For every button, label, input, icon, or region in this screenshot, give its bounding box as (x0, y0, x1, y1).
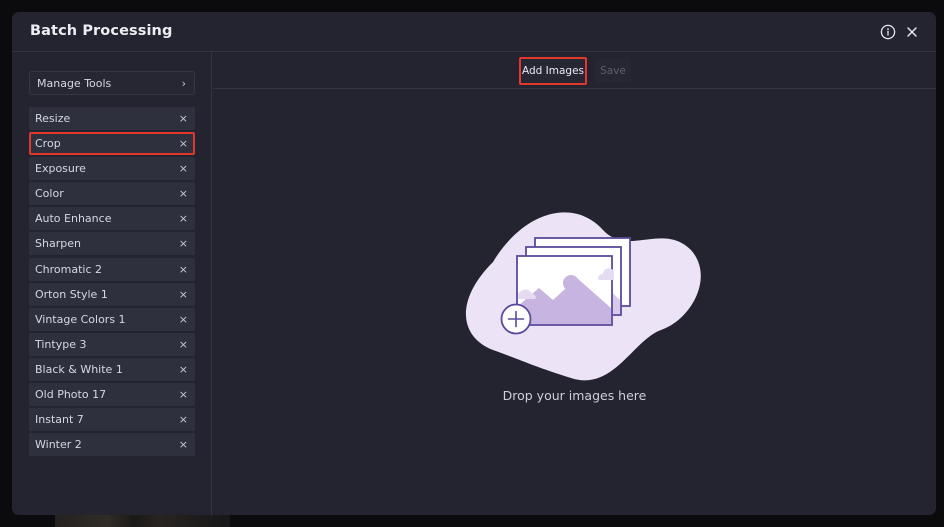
remove-tool-icon[interactable]: × (179, 289, 188, 300)
tool-item-label: Black & White 1 (35, 362, 123, 376)
tool-item[interactable]: Tintype 3 × (29, 332, 195, 356)
tool-item-label: Color (35, 187, 64, 201)
tool-list: Resize × Crop × Exposure × Color × Auto Enhance ×… (29, 107, 195, 458)
remove-tool-icon[interactable]: × (179, 188, 188, 199)
tool-item-label: Crop (35, 137, 61, 151)
tool-item[interactable]: Orton Style 1 × (29, 282, 195, 306)
tool-item[interactable]: Sharpen × (29, 232, 195, 256)
manage-tools-button[interactable]: Manage Tools › (29, 71, 195, 95)
tool-item-label: Auto Enhance (35, 212, 112, 226)
remove-tool-icon[interactable]: × (179, 389, 188, 400)
tool-item-label: Winter 2 (35, 438, 82, 452)
image-drop-zone[interactable]: Drop your images here (213, 90, 936, 515)
remove-tool-icon[interactable]: × (179, 238, 188, 249)
tool-item-label: Tintype 3 (35, 337, 87, 351)
image-stack-add-icon (465, 212, 701, 381)
remove-tool-icon[interactable]: × (179, 113, 188, 124)
close-button[interactable] (903, 23, 921, 41)
dialog-header: Batch Processing (12, 12, 936, 52)
save-button[interactable]: Save (595, 59, 631, 83)
tool-item[interactable]: Exposure × (29, 157, 195, 181)
tool-item[interactable]: Auto Enhance × (29, 207, 195, 231)
tool-item-label: Sharpen (35, 237, 81, 251)
info-circle-icon (880, 24, 896, 40)
remove-tool-icon[interactable]: × (179, 163, 188, 174)
info-button[interactable] (879, 23, 897, 41)
main-toolbar: Add Images Save (213, 53, 936, 89)
remove-tool-icon[interactable]: × (179, 314, 188, 325)
tool-item[interactable]: Vintage Colors 1 × (29, 307, 195, 331)
tool-item[interactable]: Black & White 1 × (29, 357, 195, 381)
chevron-right-icon: › (181, 76, 186, 90)
tool-item-label: Resize (35, 112, 71, 125)
tool-item-label: Old Photo 17 (35, 388, 107, 402)
dialog-title: Batch Processing (30, 23, 173, 39)
tool-item[interactable]: Resize × (29, 107, 195, 130)
tool-item-label: Instant 7 (35, 413, 84, 427)
drop-zone-label: Drop your images here (502, 388, 647, 403)
tool-item[interactable]: Color × (29, 182, 195, 206)
tool-item-label: Exposure (35, 162, 86, 176)
tools-sidebar: Manage Tools › Resize × Crop × Exposure × Colo… (12, 53, 212, 515)
remove-tool-icon[interactable]: × (179, 439, 188, 450)
manage-tools-label: Manage Tools (37, 76, 112, 90)
tool-item[interactable]: Old Photo 17 × (29, 383, 195, 407)
tool-item-label: Vintage Colors 1 (35, 312, 126, 326)
tool-item-label: Chromatic 2 (35, 262, 103, 276)
main-panel: Add Images Save Drop your images here (213, 53, 936, 515)
remove-tool-icon[interactable]: × (179, 138, 188, 149)
remove-tool-icon[interactable]: × (179, 213, 188, 224)
tool-item[interactable]: Winter 2 × (29, 433, 195, 457)
remove-tool-icon[interactable]: × (179, 364, 188, 375)
remove-tool-icon[interactable]: × (179, 339, 188, 350)
add-images-button[interactable]: Add Images (519, 57, 587, 85)
remove-tool-icon[interactable]: × (179, 264, 188, 275)
remove-tool-icon[interactable]: × (179, 414, 188, 425)
close-icon (907, 27, 917, 37)
tool-item[interactable]: Crop × (29, 132, 195, 156)
tool-item-label: Orton Style 1 (35, 287, 108, 301)
tool-item[interactable]: Instant 7 × (29, 408, 195, 432)
batch-processing-dialog: Batch Processing Manage Tools › Resize × C… (12, 12, 936, 515)
tool-item[interactable]: Chromatic 2 × (29, 257, 195, 281)
